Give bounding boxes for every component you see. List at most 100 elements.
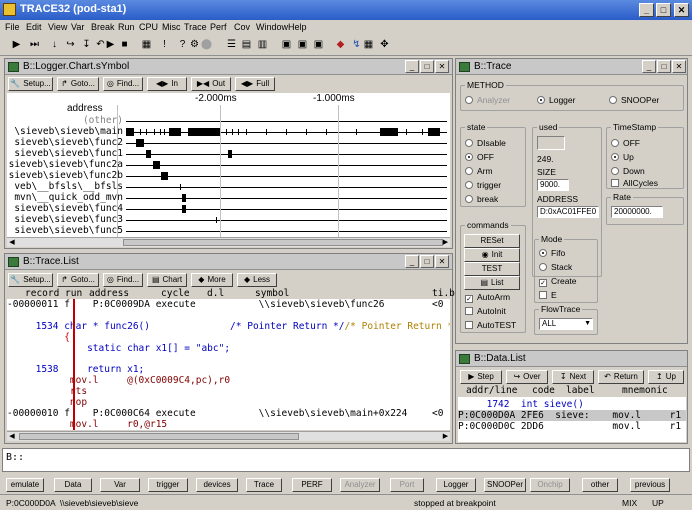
- method-logger-radio[interactable]: Logger: [537, 95, 575, 105]
- softkey-logger-button[interactable]: Logger: [436, 478, 476, 492]
- softkey-analyzer-button[interactable]: Analyzer: [340, 478, 380, 492]
- zoom-in-button[interactable]: ◀▶ In: [147, 77, 187, 91]
- init-button[interactable]: ◉ Init: [464, 248, 520, 262]
- scroll-left-icon[interactable]: ◀: [7, 238, 17, 247]
- allcycles-checkbox[interactable]: AllCycles: [611, 178, 658, 188]
- col-addr-line[interactable]: addr/line: [466, 385, 517, 396]
- over-button[interactable]: ↪ Over: [506, 370, 548, 384]
- find-button[interactable]: ◎ Find...: [103, 77, 143, 91]
- go-icon[interactable]: ▶: [104, 39, 117, 51]
- softkey-trace-button[interactable]: Trace: [246, 478, 282, 492]
- menu-trace[interactable]: Trace: [184, 22, 207, 32]
- breakpoint-list-icon[interactable]: !: [158, 39, 171, 51]
- goto-button[interactable]: ↱ Goto...: [57, 273, 99, 287]
- close-button[interactable]: ✕: [674, 3, 689, 17]
- softkey-perf-button[interactable]: PERF: [292, 478, 332, 492]
- softkey-previous-button[interactable]: previous: [630, 478, 670, 492]
- break-icon[interactable]: ■: [118, 39, 131, 51]
- trace-icon[interactable]: ▣: [296, 39, 309, 51]
- softkey-port-button[interactable]: Port: [390, 478, 424, 492]
- state-arm-radio[interactable]: Arm: [465, 166, 493, 176]
- move-icon[interactable]: ✥: [378, 39, 391, 51]
- menu-perf[interactable]: Perf: [210, 22, 227, 32]
- window-minimize-button[interactable]: _: [642, 60, 656, 73]
- mode-stack-radio[interactable]: Stack: [539, 262, 572, 272]
- chart-button[interactable]: ▤ Chart: [147, 273, 187, 287]
- softkey-trigger-button[interactable]: trigger: [148, 478, 188, 492]
- chart-icon[interactable]: ▣: [312, 39, 325, 51]
- return-button[interactable]: ↶ Return: [598, 370, 644, 384]
- test-button[interactable]: TEST: [464, 262, 520, 276]
- rate-field[interactable]: 20000000.: [611, 206, 663, 218]
- softkey-devices-button[interactable]: devices: [196, 478, 238, 492]
- step-icon[interactable]: ▶: [10, 39, 23, 51]
- menu-view[interactable]: View: [48, 22, 67, 32]
- trace-hscrollbar[interactable]: ◀ ▶: [7, 431, 450, 441]
- col-label[interactable]: label: [566, 385, 595, 396]
- softkey-data-button[interactable]: Data: [54, 478, 92, 492]
- mode-fifo-radio[interactable]: Fifo: [539, 248, 565, 258]
- state-break-radio[interactable]: break: [465, 194, 498, 204]
- col-code[interactable]: code: [532, 385, 555, 396]
- address-field[interactable]: D:0xAC01FFE0: [537, 206, 599, 218]
- col-run[interactable]: run: [65, 288, 82, 299]
- scroll-thumb[interactable]: [19, 433, 299, 440]
- col-time[interactable]: ti.b: [432, 288, 455, 299]
- goto-button[interactable]: ↱ Goto...: [57, 77, 99, 91]
- memory-icon[interactable]: ▥: [256, 39, 269, 51]
- stop-sign-icon[interactable]: ⬤: [200, 39, 213, 51]
- menu-run[interactable]: Run: [118, 22, 135, 32]
- step-into-icon[interactable]: ↓: [48, 39, 61, 51]
- scroll-right-icon[interactable]: ▶: [441, 432, 450, 440]
- timestamp-up-radio[interactable]: Up: [611, 152, 634, 162]
- menu-var[interactable]: Var: [71, 22, 84, 32]
- cpu-icon[interactable]: ◆: [334, 39, 347, 51]
- softkey-var-button[interactable]: Var: [100, 478, 140, 492]
- data-list-row[interactable]: P:0C000D0C 2DD6 mov.l r1: [458, 421, 686, 432]
- state-disable-radio[interactable]: DIsable: [465, 138, 506, 148]
- col-data[interactable]: d.l: [207, 288, 224, 299]
- timestamp-down-radio[interactable]: Down: [611, 166, 645, 176]
- autoinit-checkbox[interactable]: AutoInit: [465, 306, 506, 316]
- data-list-row[interactable]: 1742 int sieve(): [458, 399, 686, 410]
- scroll-thumb[interactable]: [123, 239, 443, 246]
- col-mnemonic[interactable]: mnemonic: [622, 385, 668, 396]
- find-button[interactable]: ◎ Find...: [103, 273, 143, 287]
- window-close-button[interactable]: ✕: [435, 60, 449, 73]
- minimize-button[interactable]: _: [639, 3, 654, 17]
- mode-e-checkbox[interactable]: E: [539, 290, 557, 300]
- softkey-onchip-button[interactable]: Onchip: [530, 478, 570, 492]
- menu-file[interactable]: File: [5, 22, 20, 32]
- chart-row[interactable]: sieveb\sieveb\func5: [7, 225, 447, 237]
- reset-button[interactable]: RESet: [464, 234, 520, 248]
- list-icon[interactable]: ☰: [225, 39, 238, 51]
- register-icon[interactable]: ▤: [240, 39, 253, 51]
- more-button[interactable]: ◆ More: [191, 273, 233, 287]
- timestamp-off-radio[interactable]: OFF: [611, 138, 640, 148]
- col-symbol[interactable]: symbol: [255, 288, 289, 299]
- window-maximize-button[interactable]: □: [420, 255, 434, 268]
- softkey-snooper-button[interactable]: SNOOPer: [484, 478, 526, 492]
- step-over-call-icon[interactable]: ↪: [64, 39, 77, 51]
- chart-hscrollbar[interactable]: ◀ ▶: [7, 237, 450, 247]
- mode-create-checkbox[interactable]: ✓ Create: [539, 276, 577, 287]
- window-minimize-button[interactable]: _: [405, 60, 419, 73]
- autoarm-checkbox[interactable]: ✓ AutoArm: [465, 292, 510, 303]
- command-line[interactable]: B::: [2, 448, 690, 472]
- data-list-row[interactable]: P:0C000D0A 2FE6 sieve: mov.l r1: [458, 410, 686, 421]
- window-maximize-button[interactable]: □: [657, 60, 671, 73]
- softkey-emulate-button[interactable]: emulate: [6, 478, 44, 492]
- zoom-full-button[interactable]: ◀▶ Full: [235, 77, 275, 91]
- maximize-button[interactable]: □: [656, 3, 671, 17]
- menu-break[interactable]: Break: [91, 22, 115, 32]
- zoom-out-button[interactable]: ▶◀ Out: [191, 77, 231, 91]
- next-button[interactable]: ↧ Next: [552, 370, 594, 384]
- col-cycle[interactable]: cycle: [161, 288, 190, 299]
- less-button[interactable]: ◆ Less: [237, 273, 277, 287]
- state-trigger-radio[interactable]: trigger: [465, 180, 501, 190]
- step-over-icon[interactable]: ⏭: [28, 39, 41, 51]
- window-close-button[interactable]: ✕: [435, 255, 449, 268]
- grid-icon[interactable]: ▦: [140, 39, 153, 51]
- menu-misc[interactable]: Misc: [162, 22, 181, 32]
- table-icon[interactable]: ▦: [362, 39, 375, 51]
